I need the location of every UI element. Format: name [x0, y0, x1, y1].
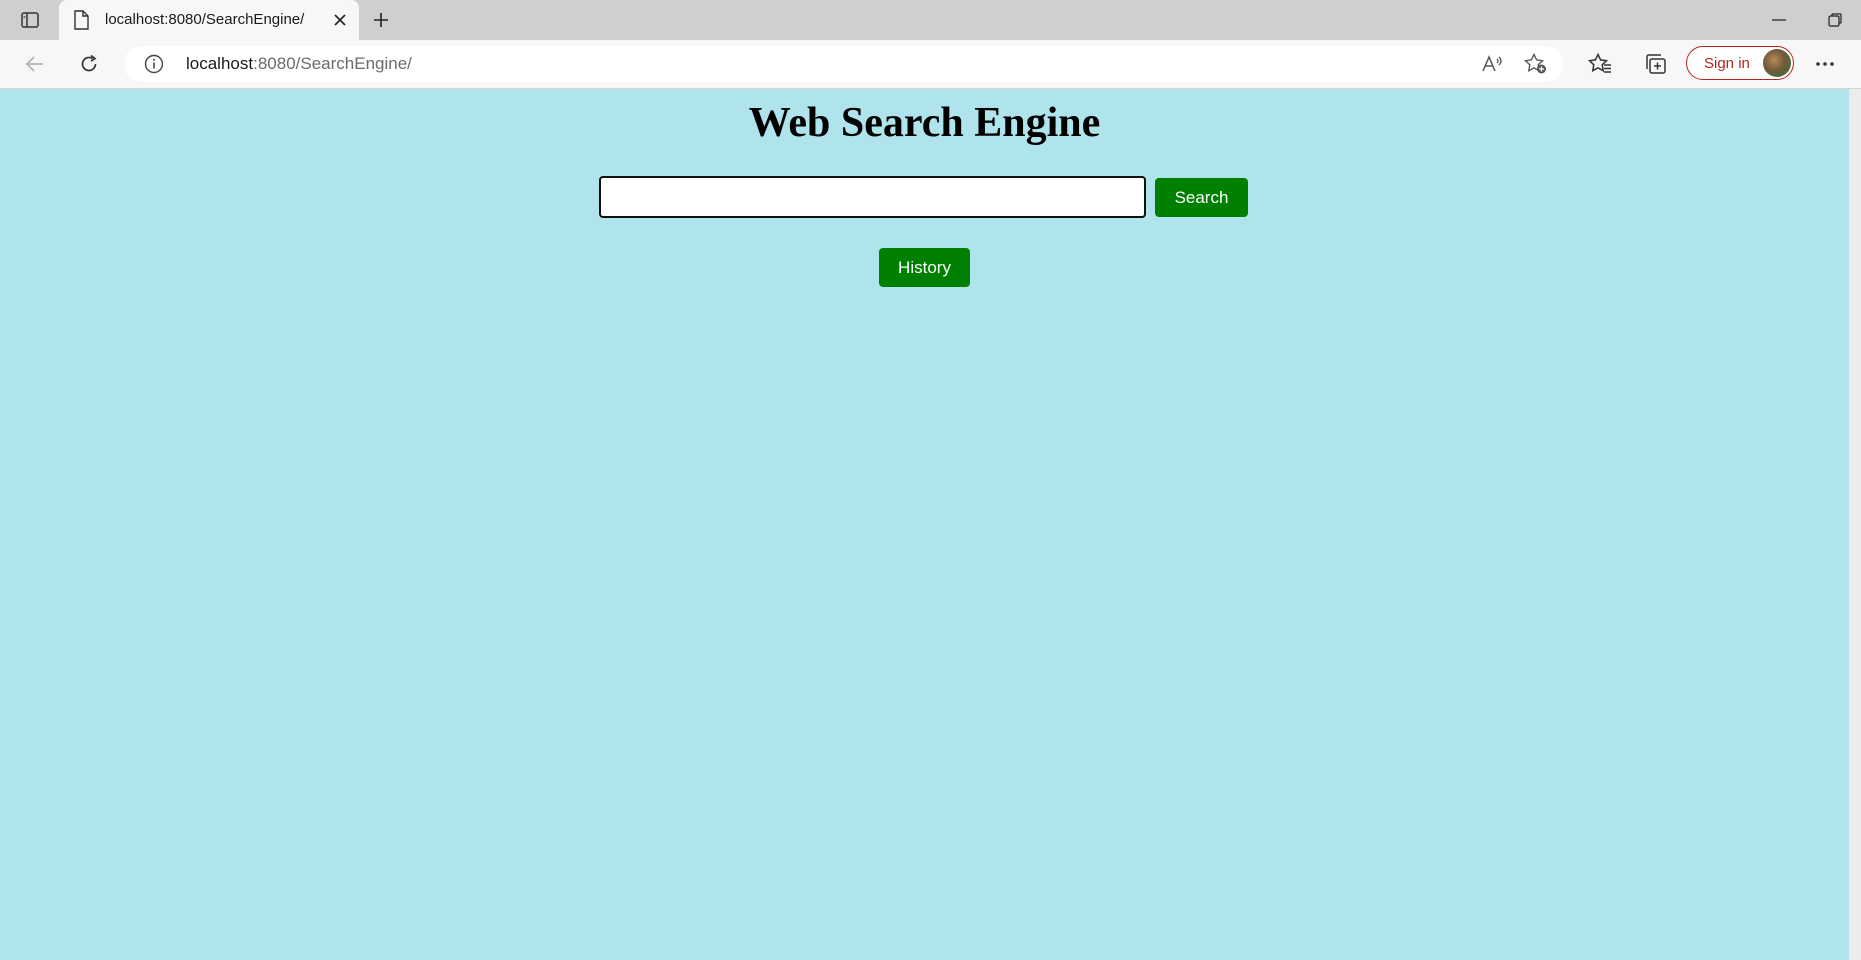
more-icon[interactable]: [1810, 52, 1840, 76]
tab-strip: localhost:8080/SearchEngine/: [0, 0, 1861, 40]
url-path: :8080/SearchEngine/: [253, 54, 412, 73]
close-icon[interactable]: [330, 10, 350, 30]
url-host: localhost: [186, 54, 254, 73]
add-favorite-icon[interactable]: [1524, 53, 1548, 75]
avatar: [1763, 49, 1791, 77]
vertical-scrollbar[interactable]: [1849, 89, 1861, 960]
page-content: Web Search Engine Search History: [0, 89, 1849, 960]
history-button[interactable]: History: [879, 248, 970, 287]
active-tab[interactable]: localhost:8080/SearchEngine/: [59, 0, 359, 40]
search-button[interactable]: Search: [1155, 178, 1248, 217]
sidebar-toggle-icon[interactable]: [16, 8, 44, 32]
favorites-icon[interactable]: [1587, 52, 1613, 76]
restore-icon[interactable]: [1820, 8, 1850, 32]
browser-toolbar: localhost:8080/SearchEngine/ Sign in: [0, 40, 1861, 89]
page-title: Web Search Engine: [748, 100, 1101, 146]
search-input[interactable]: [599, 176, 1146, 218]
read-aloud-icon[interactable]: [1480, 53, 1504, 75]
address-bar[interactable]: localhost:8080/SearchEngine/: [124, 46, 1564, 82]
collections-icon[interactable]: [1643, 52, 1669, 76]
info-icon[interactable]: [144, 54, 164, 74]
back-arrow-icon[interactable]: [20, 50, 50, 78]
sign-in-button[interactable]: Sign in: [1686, 46, 1794, 80]
plus-icon[interactable]: [368, 8, 394, 32]
page-icon: [73, 10, 89, 35]
tab-title: localhost:8080/SearchEngine/: [105, 11, 305, 28]
sign-in-label: Sign in: [1704, 55, 1750, 72]
minimize-icon[interactable]: [1764, 8, 1794, 32]
refresh-icon[interactable]: [74, 50, 104, 78]
url-text[interactable]: localhost:8080/SearchEngine/: [186, 54, 412, 74]
